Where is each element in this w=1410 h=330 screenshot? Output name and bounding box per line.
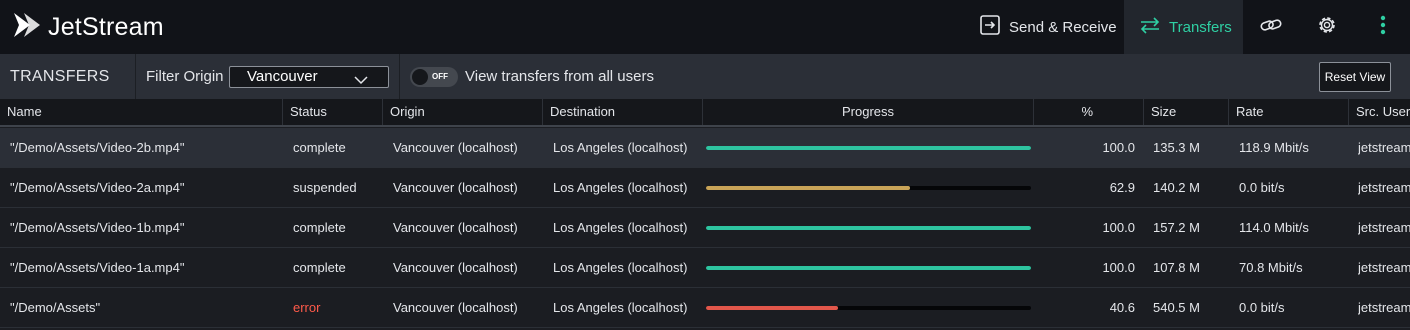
link-icon [1259, 13, 1283, 42]
transfer-src-user: jetstream [1358, 220, 1410, 235]
transfer-rate: 118.9 Mbit/s [1239, 140, 1309, 155]
transfer-rate: 114.0 Mbit/s [1239, 220, 1309, 235]
transfer-destination: Los Angeles (localhost) [553, 140, 688, 155]
transfer-percent: 100.0 [1102, 220, 1135, 235]
toggle-state-text: OFF [432, 72, 448, 81]
transfer-status: error [293, 300, 321, 315]
app-logo[interactable]: JetStream [0, 0, 600, 54]
reset-view-button[interactable]: Reset View [1319, 62, 1391, 92]
transfer-rate: 0.0 bit/s [1239, 300, 1285, 315]
page-title: TRANSFERS [10, 68, 110, 85]
gear-icon [1315, 13, 1339, 42]
column-header-percent[interactable]: % [1034, 99, 1144, 125]
filter-origin-label: Filter Origin [146, 68, 224, 85]
progress-bar [706, 226, 1031, 230]
transfer-origin: Vancouver (localhost) [393, 140, 518, 155]
column-header-src-user[interactable]: Src. User [1349, 99, 1410, 125]
transfer-src-user: jetstream [1358, 140, 1410, 155]
transfer-rate: 0.0 bit/s [1239, 180, 1285, 195]
nav-link-button[interactable] [1243, 0, 1298, 54]
transfer-percent: 40.6 [1109, 300, 1135, 315]
transfer-destination: Los Angeles (localhost) [553, 220, 688, 235]
transfer-name: "/Demo/Assets/Video-2a.mp4" [10, 180, 185, 195]
table-header: Name Status Origin Destination Progress … [0, 99, 1410, 127]
column-header-size[interactable]: Size [1144, 99, 1229, 125]
transfer-size: 540.5 M [1153, 300, 1200, 315]
transfer-status: complete [293, 220, 346, 235]
more-vertical-icon [1379, 14, 1387, 41]
transfer-size: 135.3 M [1153, 140, 1200, 155]
nav-settings-button[interactable] [1298, 0, 1356, 54]
transfer-destination: Los Angeles (localhost) [553, 260, 688, 275]
transfer-origin: Vancouver (localhost) [393, 260, 518, 275]
column-header-status[interactable]: Status [283, 99, 383, 125]
progress-bar-fill [706, 266, 1031, 270]
toolbar-divider [399, 54, 400, 99]
transfer-name: "/Demo/Assets" [10, 300, 101, 315]
transfer-origin: Vancouver (localhost) [393, 180, 518, 195]
toolbar-divider [135, 54, 136, 99]
table-row[interactable]: "/Demo/Assets/Video-2b.mp4" complete Van… [0, 128, 1410, 168]
column-header-progress[interactable]: Progress [703, 99, 1034, 125]
nav-transfers-label: Transfers [1169, 18, 1232, 36]
nav-send-receive[interactable]: Send & Receive [965, 0, 1123, 54]
transfers-icon [1139, 14, 1161, 41]
progress-bar [706, 266, 1031, 270]
nav-transfers[interactable]: Transfers [1124, 0, 1243, 54]
progress-bar-fill [706, 146, 1031, 150]
send-receive-icon [979, 14, 1001, 41]
top-bar: JetStream Send & Receive Transfers [0, 0, 1410, 54]
transfer-status: suspended [293, 180, 357, 195]
transfers-toolbar: TRANSFERS Filter Origin Vancouver OFF Vi… [0, 54, 1410, 99]
column-header-destination[interactable]: Destination [543, 99, 703, 125]
column-header-origin[interactable]: Origin [383, 99, 543, 125]
transfer-name: "/Demo/Assets/Video-1b.mp4" [10, 220, 185, 235]
chevron-down-icon [354, 72, 368, 90]
filter-origin-select[interactable]: Vancouver [229, 66, 389, 88]
all-users-toggle[interactable]: OFF [410, 67, 458, 87]
table-row[interactable]: "/Demo/Assets/Video-1b.mp4" complete Van… [0, 208, 1410, 248]
table-row[interactable]: "/Demo/Assets/Video-2a.mp4" suspended Va… [0, 168, 1410, 208]
transfer-size: 140.2 M [1153, 180, 1200, 195]
app-name: JetStream [48, 12, 164, 41]
table-row[interactable]: "/Demo/Assets" error Vancouver (localhos… [0, 288, 1410, 328]
transfer-percent: 100.0 [1102, 140, 1135, 155]
progress-bar-fill [706, 306, 838, 310]
transfer-rate: 70.8 Mbit/s [1239, 260, 1303, 275]
table-row[interactable]: "/Demo/Assets/Video-1a.mp4" complete Van… [0, 248, 1410, 288]
transfer-name: "/Demo/Assets/Video-2b.mp4" [10, 140, 185, 155]
transfer-status: complete [293, 140, 346, 155]
transfer-size: 107.8 M [1153, 260, 1200, 275]
progress-bar-fill [706, 186, 911, 190]
nav-more-button[interactable] [1356, 0, 1410, 54]
transfer-name: "/Demo/Assets/Video-1a.mp4" [10, 260, 185, 275]
progress-bar [706, 146, 1031, 150]
jetstream-logo-icon [10, 9, 42, 46]
transfer-status: complete [293, 260, 346, 275]
progress-bar [706, 186, 1031, 190]
transfer-origin: Vancouver (localhost) [393, 220, 518, 235]
transfer-percent: 62.9 [1109, 180, 1135, 195]
transfer-percent: 100.0 [1102, 260, 1135, 275]
all-users-toggle-label: View transfers from all users [465, 68, 654, 85]
progress-bar-fill [706, 226, 1031, 230]
nav-send-receive-label: Send & Receive [1009, 18, 1117, 36]
transfer-destination: Los Angeles (localhost) [553, 180, 688, 195]
transfer-size: 157.2 M [1153, 220, 1200, 235]
transfer-src-user: jetstream [1358, 300, 1410, 315]
transfer-src-user: jetstream [1358, 260, 1410, 275]
transfer-origin: Vancouver (localhost) [393, 300, 518, 315]
toggle-knob [412, 69, 428, 85]
transfer-destination: Los Angeles (localhost) [553, 300, 688, 315]
progress-bar [706, 306, 1031, 310]
column-header-name[interactable]: Name [0, 99, 283, 125]
transfer-src-user: jetstream [1358, 180, 1410, 195]
column-header-rate[interactable]: Rate [1229, 99, 1349, 125]
filter-origin-value: Vancouver [247, 68, 318, 85]
